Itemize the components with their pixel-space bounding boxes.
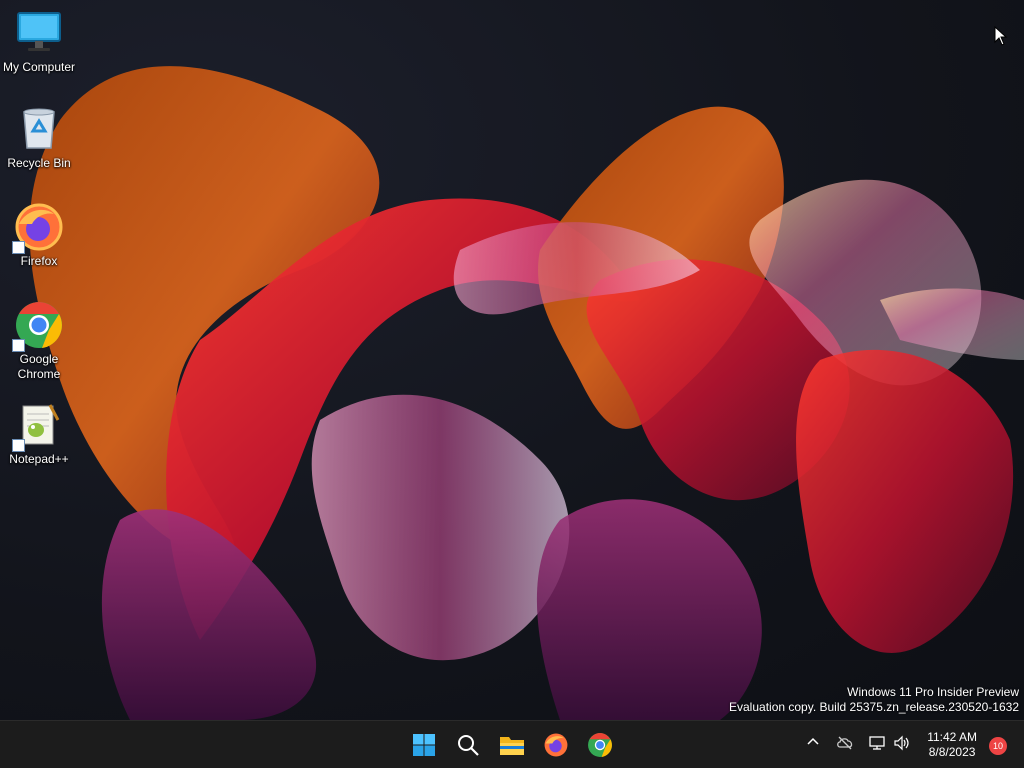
- onedrive-offline-icon[interactable]: [836, 735, 854, 751]
- desktop-icon-label: My Computer: [2, 60, 76, 74]
- search-button[interactable]: [452, 729, 484, 761]
- evaluation-watermark: Windows 11 Pro Insider Preview Evaluatio…: [729, 685, 1019, 715]
- clock-time: 11:42 AM: [927, 730, 977, 744]
- chrome-icon: [588, 733, 612, 757]
- mouse-cursor-icon: [994, 26, 1008, 46]
- shortcut-arrow-icon: [12, 439, 25, 452]
- chevron-up-icon[interactable]: [806, 735, 820, 749]
- network-icon[interactable]: [869, 735, 887, 751]
- desktop-icon-label: Google Chrome: [17, 352, 61, 381]
- desktop-icon-label: Firefox: [20, 254, 58, 268]
- file-explorer-button[interactable]: [496, 729, 528, 761]
- wallpaper-image: [29, 66, 1024, 720]
- desktop: My Computer Recycle Bin Firefox Google C…: [0, 0, 1024, 720]
- desktop-icon-firefox[interactable]: Firefox: [0, 202, 78, 269]
- desktop-icon-google-chrome[interactable]: Google Chrome: [0, 300, 78, 382]
- search-icon: [458, 735, 479, 756]
- shortcut-arrow-icon: [12, 339, 25, 352]
- start-button[interactable]: [408, 729, 440, 761]
- desktop-icon-label: Recycle Bin: [7, 156, 71, 170]
- volume-icon[interactable]: [893, 735, 911, 751]
- desktop-icon-recycle-bin[interactable]: Recycle Bin: [0, 104, 78, 171]
- start-icon: [413, 734, 435, 756]
- file-explorer-icon: [500, 737, 524, 755]
- watermark-line-1: Windows 11 Pro Insider Preview: [847, 685, 1019, 699]
- desktop-icon-notepadpp[interactable]: Notepad++: [0, 400, 78, 467]
- monitor-icon: [14, 8, 64, 58]
- notepadpp-icon: [12, 400, 64, 452]
- desktop-icon-label: Notepad++: [9, 452, 69, 466]
- recycle-bin-icon: [14, 104, 64, 154]
- taskbar-chrome-button[interactable]: [584, 729, 616, 761]
- watermark-line-2: Evaluation copy. Build 25375.zn_release.…: [729, 700, 1019, 714]
- desktop-icon-my-computer[interactable]: My Computer: [0, 8, 78, 75]
- chrome-icon: [12, 300, 64, 352]
- taskbar-firefox-button[interactable]: [540, 729, 572, 761]
- firefox-icon: [544, 733, 568, 757]
- clock[interactable]: 11:42 AM 8/8/2023: [927, 730, 977, 760]
- taskbar: 11:42 AM 8/8/2023 10: [0, 720, 1024, 768]
- notification-badge[interactable]: 10: [989, 737, 1007, 755]
- shortcut-arrow-icon: [12, 241, 25, 254]
- clock-date: 8/8/2023: [928, 745, 976, 759]
- firefox-icon: [12, 202, 64, 254]
